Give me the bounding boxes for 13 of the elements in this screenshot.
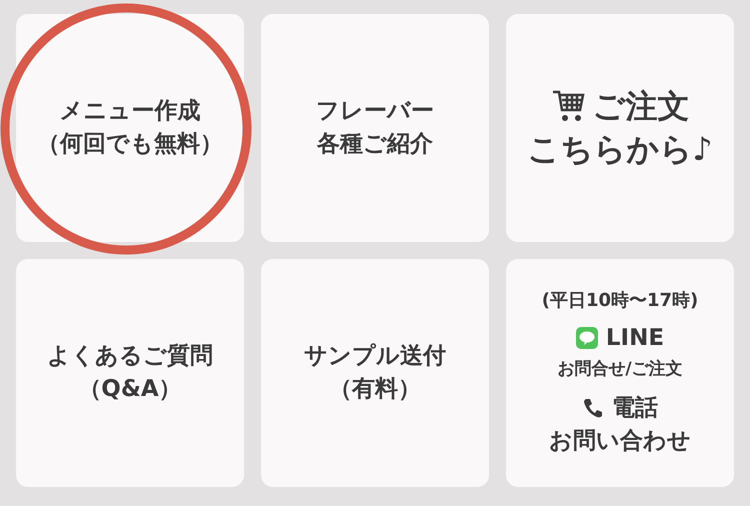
menu-tile[interactable]: メニュー作成 （何回でも無料） [16,14,244,242]
menu-tile[interactable]: よくあるご質問 （Q&A） [16,259,244,487]
chat-bubble-icon [576,327,598,350]
line-caption[interactable]: お問合せ/ご注文 [557,357,683,382]
business-hours: (平日10時〜17時) [542,288,698,313]
menu-tile[interactable]: フレーバー 各種ご紹介 [261,14,489,242]
phone-link[interactable]: 電話 [612,392,658,426]
phone-icon [582,397,604,420]
order-link[interactable]: こちらから♪ [527,128,713,172]
line-link[interactable]: LINE [606,322,664,356]
phone-caption[interactable]: お問い合わせ [549,425,691,458]
menu-tile[interactable]: サンプル送付 （有料） [261,259,489,487]
order-link[interactable]: ご注文 [592,84,690,128]
